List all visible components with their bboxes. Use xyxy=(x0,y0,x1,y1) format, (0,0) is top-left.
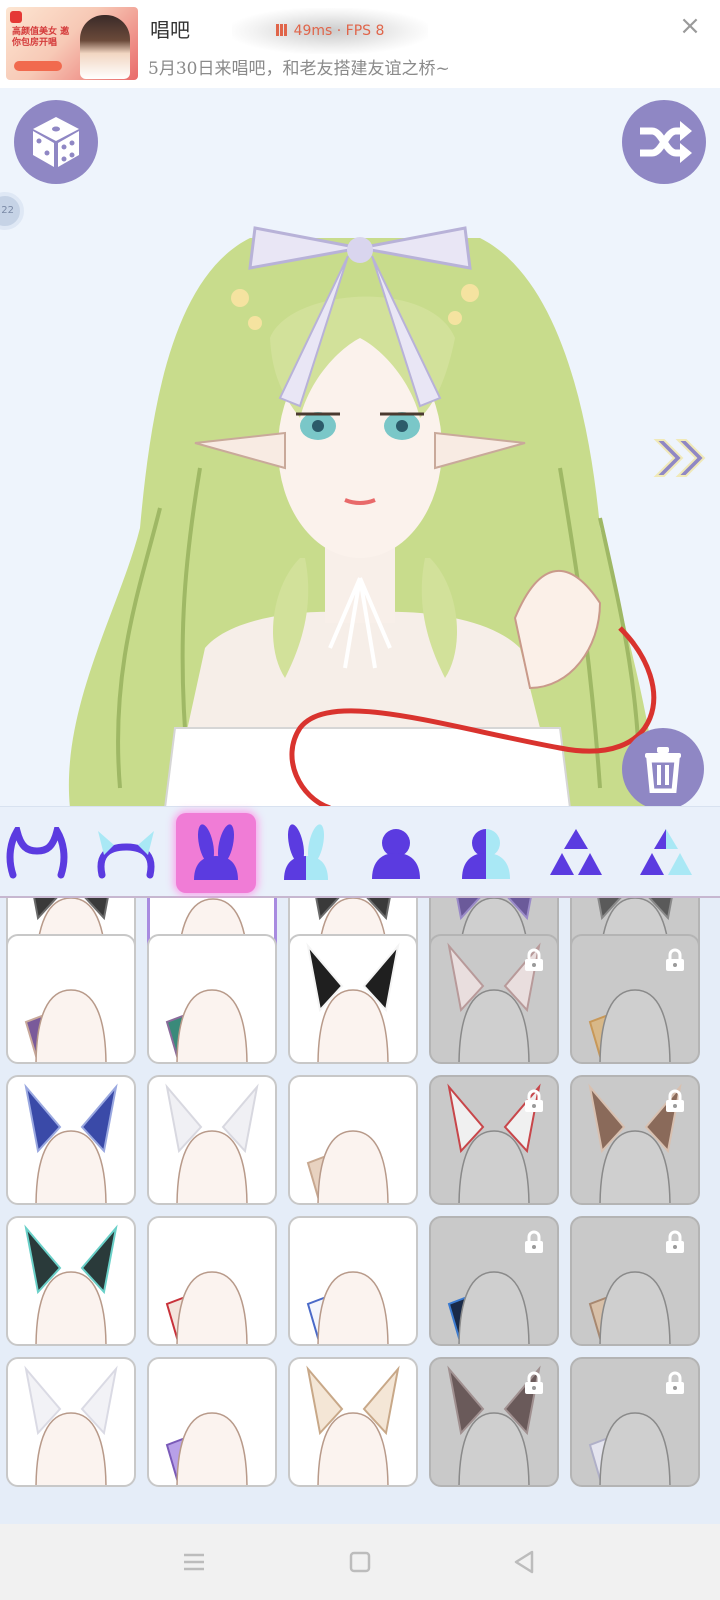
body-back-icon xyxy=(462,829,510,879)
item-teal-black-ears[interactable] xyxy=(6,1216,136,1346)
item-grid xyxy=(0,898,720,1524)
item-preview xyxy=(306,1365,400,1485)
double-chevron-right-icon[interactable] xyxy=(652,436,712,480)
item-preview xyxy=(306,1271,389,1344)
ad-thumb-text: 高颜值美女 邀你包房开唱 xyxy=(12,27,70,48)
item-galaxy-ear[interactable] xyxy=(429,1216,559,1346)
ad-banner[interactable]: 高颜值美女 邀你包房开唱 唱吧 5月30日来唱吧，和老友搭建友谊之桥~ × 49… xyxy=(0,0,720,88)
character-stage: 22 xyxy=(0,88,720,806)
horns-icon xyxy=(6,827,68,879)
item-white-tail-ear[interactable] xyxy=(570,1357,700,1487)
item-blue-white-ear[interactable] xyxy=(288,1216,418,1346)
perf-separator: · xyxy=(336,23,342,39)
item-brown-wolf-ears[interactable] xyxy=(429,1357,559,1487)
latency-text: 49ms xyxy=(293,23,333,39)
signal-icon xyxy=(275,24,288,36)
lock-icon xyxy=(525,1089,543,1112)
bunny-ears-back-icon xyxy=(284,824,328,880)
item-tan-elf-ear[interactable] xyxy=(288,1075,418,1205)
triangles-back-icon xyxy=(640,829,692,875)
item-preview xyxy=(165,1271,248,1344)
perf-overlay: 49ms · FPS 8 xyxy=(232,8,428,54)
ad-title: 唱吧 xyxy=(150,18,190,42)
menu-icon[interactable] xyxy=(178,1546,210,1578)
trash-icon xyxy=(645,747,681,793)
item-preview xyxy=(24,1224,118,1344)
app-root: 高颜值美女 邀你包房开唱 唱吧 5月30日来唱吧，和老友搭建友谊之桥~ × 49… xyxy=(0,0,720,1600)
tab-horns-outline[interactable] xyxy=(86,813,166,893)
back-icon[interactable] xyxy=(508,1546,540,1578)
item-pink-bunny-ears[interactable] xyxy=(429,934,559,1064)
item-black-white-ears[interactable] xyxy=(288,934,418,1064)
lock-icon xyxy=(525,1230,543,1253)
lock-icon xyxy=(666,948,684,971)
ad-subtitle: 5月30日来唱吧，和老友搭建友谊之桥~ xyxy=(148,59,450,79)
home-icon[interactable] xyxy=(344,1546,376,1578)
ad-photo xyxy=(80,15,130,79)
fps-text: FPS 8 xyxy=(345,23,385,39)
item-tan-fur-ear[interactable] xyxy=(570,934,700,1064)
triangles-icon xyxy=(550,829,602,875)
tab-bunny-ears-back[interactable] xyxy=(266,813,346,893)
ad-thumb-button xyxy=(14,61,62,71)
item-red-fox-ears[interactable] xyxy=(429,1075,559,1205)
delete-button[interactable] xyxy=(622,728,704,806)
tab-body-front[interactable] xyxy=(356,813,436,893)
tab-triangles-back[interactable] xyxy=(626,813,706,893)
item-blue-feather-ears[interactable] xyxy=(6,1075,136,1205)
item-red-long-ear[interactable] xyxy=(147,1216,277,1346)
dice-icon xyxy=(33,117,79,167)
item-white-fluffy-ears[interactable] xyxy=(6,1357,136,1487)
item-small-tan-ear[interactable] xyxy=(570,1216,700,1346)
item-brown-long-ears[interactable] xyxy=(570,1075,700,1205)
item-preview xyxy=(306,1130,389,1203)
shuffle-button[interactable] xyxy=(622,100,706,184)
system-nav-bar xyxy=(0,1524,720,1600)
tab-triangles[interactable] xyxy=(536,813,616,893)
character-illustration xyxy=(68,226,660,806)
item-fin-ear-teal[interactable] xyxy=(147,934,277,1064)
tab-body-back[interactable] xyxy=(446,813,526,893)
category-tabs xyxy=(0,806,720,898)
random-dice-button[interactable] xyxy=(14,100,98,184)
lock-icon xyxy=(666,1230,684,1253)
tab-horns[interactable] xyxy=(0,813,77,893)
item-preview xyxy=(165,1412,248,1485)
item-cream-cat-ears[interactable] xyxy=(288,1357,418,1487)
lock-icon xyxy=(525,1371,543,1394)
item-preview xyxy=(165,989,248,1062)
ad-logo-icon xyxy=(10,11,22,23)
ad-thumbnail[interactable]: 高颜值美女 邀你包房开唱 xyxy=(6,7,138,80)
item-purple-wing-ear[interactable] xyxy=(147,1357,277,1487)
item-preview xyxy=(165,1083,259,1203)
tab-bunny-ears[interactable] xyxy=(176,813,256,893)
horns-outline-icon xyxy=(97,831,155,879)
item-preview xyxy=(24,1365,118,1485)
item-white-round-ears[interactable] xyxy=(147,1075,277,1205)
item-preview xyxy=(306,942,400,1062)
item-preview xyxy=(24,1083,118,1203)
ad-close-button[interactable]: × xyxy=(676,12,704,40)
bunny-ears-icon xyxy=(194,824,238,880)
lock-icon xyxy=(666,1089,684,1112)
item-preview xyxy=(24,989,107,1062)
lock-icon xyxy=(525,948,543,971)
item-fin-ear-purple[interactable] xyxy=(6,934,136,1064)
lock-icon xyxy=(666,1371,684,1394)
body-front-icon xyxy=(372,829,420,879)
shuffle-icon xyxy=(640,121,692,163)
